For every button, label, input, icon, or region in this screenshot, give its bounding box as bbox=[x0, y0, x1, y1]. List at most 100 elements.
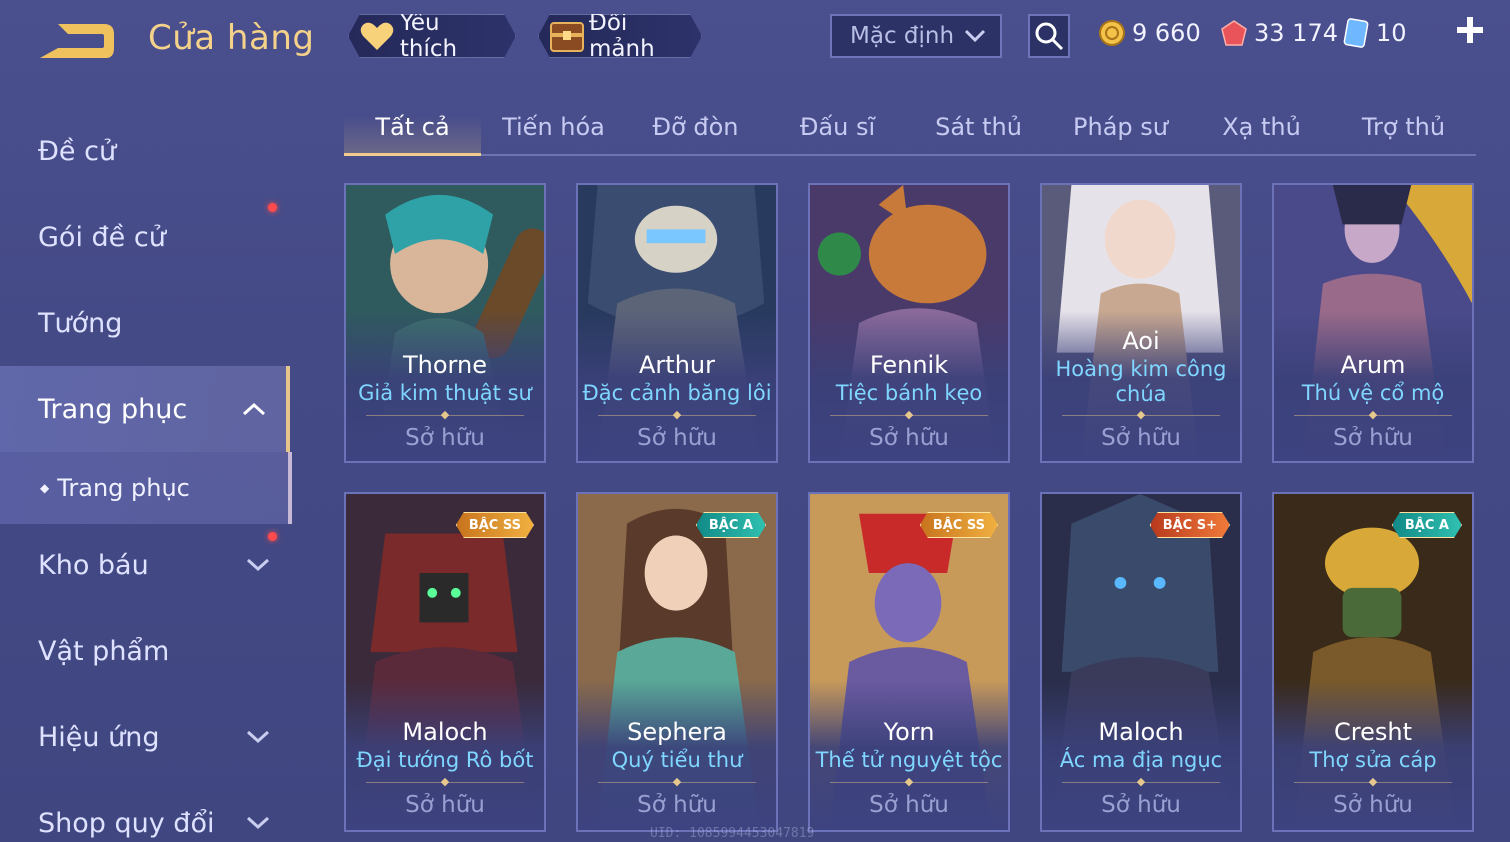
hero-name: Fennik bbox=[869, 351, 949, 379]
tab-mage[interactable]: Pháp sư bbox=[1053, 100, 1188, 154]
sidebar-item-label: Vật phẩm bbox=[38, 635, 170, 667]
sort-dropdown[interactable]: Mặc định bbox=[830, 14, 1002, 58]
treasure-chest-icon bbox=[549, 17, 585, 55]
skin-name: Đặc cảnh băng lôi bbox=[582, 381, 772, 405]
sidebar-item-effects[interactable]: Hiệu ứng bbox=[0, 694, 290, 780]
tab-tank[interactable]: Đỡ đòn bbox=[628, 100, 763, 154]
voucher-card-icon bbox=[1343, 18, 1369, 48]
skin-name: Hoàng kim công chúa bbox=[1055, 357, 1227, 406]
gold-amount: 9 660 bbox=[1132, 19, 1201, 47]
sidebar-item-recommended[interactable]: Đề cử bbox=[0, 108, 290, 194]
sidebar-item-treasure[interactable]: Kho báu bbox=[0, 522, 290, 608]
sidebar: Đề cử Gói đề cử Tướng Trang phục ◆ Trang… bbox=[0, 100, 292, 842]
ownership-status: Sở hữu bbox=[637, 425, 717, 451]
ownership-status: Sở hữu bbox=[1333, 792, 1413, 818]
gem-balance: 33 174 bbox=[1220, 16, 1338, 50]
chevron-down-icon bbox=[964, 29, 986, 43]
skin-card[interactable]: BẬC A Cresht Thợ sửa cáp Sở hữu bbox=[1272, 492, 1474, 832]
exchange-shards-button[interactable]: Đổi mảnh bbox=[538, 14, 702, 58]
skin-name: Quý tiểu thư bbox=[611, 748, 743, 772]
sidebar-item-label: Hiệu ứng bbox=[38, 721, 160, 753]
tab-support[interactable]: Trợ thủ bbox=[1336, 100, 1471, 154]
hero-name: Maloch bbox=[1098, 718, 1184, 746]
skin-name: Thú vệ cổ mộ bbox=[1301, 381, 1445, 405]
chevron-down-icon bbox=[246, 816, 270, 830]
ownership-status: Sở hữu bbox=[405, 792, 485, 818]
sidebar-item-label: Gói đề cử bbox=[38, 221, 166, 253]
sidebar-subitem-label: Trang phục bbox=[57, 474, 190, 502]
exchange-shards-label: Đổi mảnh bbox=[589, 10, 655, 62]
sidebar-item-items[interactable]: Vật phẩm bbox=[0, 608, 290, 694]
top-bar: Cửa hàng Yêu thích Đổi mảnh Mặc định 9 6… bbox=[0, 0, 1510, 80]
sidebar-item-label: Kho báu bbox=[38, 549, 149, 581]
skin-card[interactable]: Aoi Hoàng kim công chúa Sở hữu bbox=[1040, 183, 1242, 463]
favorites-button[interactable]: Yêu thích bbox=[348, 14, 516, 58]
red-gem-icon bbox=[1221, 20, 1247, 46]
sidebar-item-label: Trang phục bbox=[38, 393, 188, 425]
skin-card[interactable]: BẬC SS Maloch Đại tướng Rô bốt Sở hữu bbox=[344, 492, 546, 832]
back-arrow-icon bbox=[40, 24, 114, 58]
page-title: Cửa hàng bbox=[148, 18, 315, 58]
tab-fighter[interactable]: Đấu sĩ bbox=[770, 100, 905, 154]
hero-name: Yorn bbox=[883, 718, 935, 746]
sidebar-item-skins[interactable]: Trang phục bbox=[0, 366, 290, 452]
skin-card[interactable]: BẬC SS Yorn Thế tử nguyệt tộc Sở hữu bbox=[808, 492, 1010, 832]
ownership-status: Sở hữu bbox=[637, 792, 717, 818]
voucher-balance: 10 bbox=[1342, 16, 1407, 50]
skin-name: Thế tử nguyệt tộc bbox=[815, 748, 1003, 772]
hero-name: Arthur bbox=[639, 351, 715, 379]
chevron-down-icon bbox=[246, 730, 270, 744]
skin-name: Tiệc bánh kẹo bbox=[835, 381, 983, 405]
skin-card[interactable]: Arthur Đặc cảnh băng lôi Sở hữu bbox=[576, 183, 778, 463]
gold-coin-icon bbox=[1099, 20, 1125, 46]
notification-dot bbox=[268, 532, 277, 541]
hero-name: Maloch bbox=[402, 718, 488, 746]
ownership-status: Sở hữu bbox=[1333, 425, 1413, 451]
user-id-watermark: UID: 1085994453047819 bbox=[650, 826, 815, 841]
heart-icon bbox=[359, 17, 396, 55]
ownership-status: Sở hữu bbox=[869, 425, 949, 451]
skin-name: Thợ sửa cáp bbox=[1309, 748, 1437, 772]
tab-assassin[interactable]: Sát thủ bbox=[911, 100, 1046, 154]
skin-card[interactable]: Thorne Giả kim thuật sư Sở hữu bbox=[344, 183, 546, 463]
add-currency-button[interactable] bbox=[1452, 14, 1488, 50]
sidebar-item-heroes[interactable]: Tướng bbox=[0, 280, 290, 366]
skin-card[interactable]: Fennik Tiệc bánh kẹo Sở hữu bbox=[808, 183, 1010, 463]
sidebar-item-recommended-bundles[interactable]: Gói đề cử bbox=[0, 194, 290, 280]
search-icon bbox=[1035, 22, 1064, 51]
role-tabs: Tất cả Tiến hóa Đỡ đòn Đấu sĩ Sát thủ Ph… bbox=[344, 100, 1476, 156]
sidebar-subitem-skins[interactable]: ◆ Trang phục bbox=[0, 452, 292, 524]
skin-card[interactable]: BẬC S+ Maloch Ác ma địa ngục Sở hữu bbox=[1040, 492, 1242, 832]
search-button[interactable] bbox=[1028, 14, 1070, 58]
hero-name: Arum bbox=[1340, 351, 1406, 379]
tier-badge: BẬC SS bbox=[456, 512, 534, 538]
skin-card[interactable]: BẬC A Sephera Quý tiểu thư Sở hữu bbox=[576, 492, 778, 832]
tier-badge: BẬC SS bbox=[920, 512, 998, 538]
ownership-status: Sở hữu bbox=[869, 792, 949, 818]
tier-badge: BẬC S+ bbox=[1150, 512, 1230, 538]
tier-badge: BẬC A bbox=[1392, 512, 1462, 538]
tier-badge: BẬC A bbox=[696, 512, 766, 538]
chevron-up-icon bbox=[242, 402, 266, 416]
diamond-bullet-icon: ◆ bbox=[40, 481, 50, 495]
ownership-status: Sở hữu bbox=[1101, 792, 1181, 818]
ownership-status: Sở hữu bbox=[405, 425, 485, 451]
hero-name: Thorne bbox=[403, 351, 487, 379]
gem-amount: 33 174 bbox=[1254, 19, 1338, 47]
skin-card[interactable]: Arum Thú vệ cổ mộ Sở hữu bbox=[1272, 183, 1474, 463]
hero-name: Cresht bbox=[1334, 718, 1412, 746]
skin-name: Giả kim thuật sư bbox=[358, 381, 532, 405]
skin-name: Ác ma địa ngục bbox=[1059, 748, 1223, 772]
tab-marksman[interactable]: Xạ thủ bbox=[1194, 100, 1329, 154]
voucher-amount: 10 bbox=[1376, 19, 1407, 47]
gold-balance: 9 660 bbox=[1098, 16, 1201, 50]
plus-icon bbox=[1457, 17, 1483, 43]
hero-name: Aoi bbox=[1122, 327, 1160, 355]
tab-evolution[interactable]: Tiến hóa bbox=[486, 100, 621, 154]
sidebar-item-exchange-shop[interactable]: Shop quy đổi bbox=[0, 780, 290, 842]
back-button[interactable] bbox=[36, 18, 120, 64]
chevron-down-icon bbox=[246, 558, 270, 572]
favorites-label: Yêu thích bbox=[399, 10, 458, 62]
tab-all[interactable]: Tất cả bbox=[344, 100, 481, 156]
sort-selected-value: Mặc định bbox=[850, 23, 955, 49]
